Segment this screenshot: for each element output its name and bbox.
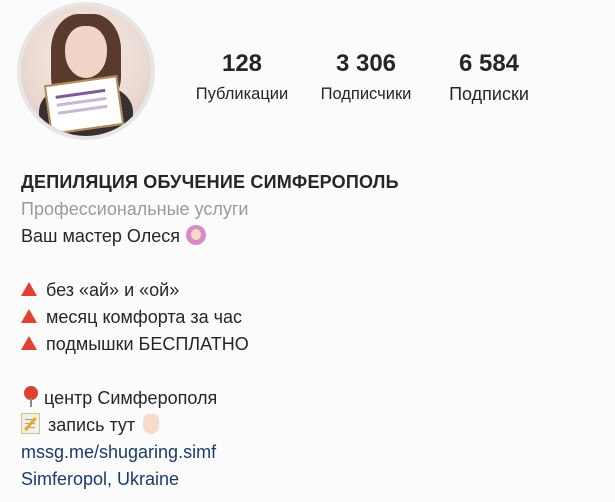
- bio-bullet-2: месяц комфорта за час: [21, 304, 601, 331]
- following-label: Подписки: [449, 84, 529, 104]
- red-triangle-icon: [21, 282, 37, 296]
- followers-label: Подписчики: [320, 85, 412, 103]
- posts-count: 128: [221, 50, 263, 77]
- posts-stat[interactable]: 128 Публикации: [186, 50, 298, 105]
- following-count: 6 584: [458, 50, 520, 77]
- bio-intro-text: Ваш мастер Олеся: [21, 226, 180, 246]
- followers-stat[interactable]: 3 306 Подписчики: [311, 50, 421, 105]
- profile-category[interactable]: Профессиональные услуги: [21, 196, 601, 223]
- bio-intro-line: Ваш мастер Олеся: [21, 223, 601, 250]
- bio-booking-text: запись тут: [48, 415, 136, 435]
- bio-bullet-1: без «ай» и «ой»: [21, 277, 601, 304]
- red-triangle-icon: [21, 336, 37, 350]
- profile-website-link[interactable]: mssg.me/shugaring.simf: [21, 442, 216, 462]
- bio-bullet-text: месяц комфорта за час: [46, 307, 243, 327]
- posts-label: Публикации: [195, 85, 289, 103]
- memo-icon: [21, 413, 40, 434]
- red-triangle-icon: [21, 309, 37, 323]
- followers-count: 3 306: [335, 50, 397, 77]
- profile-name: ДЕПИЛЯЦИЯ ОБУЧЕНИЕ СИМФЕРОПОЛЬ: [21, 172, 399, 192]
- woman-raising-hand-icon: [185, 225, 206, 245]
- bio-booking-line: запись тут: [21, 412, 601, 439]
- bio-location-text: центр Симферополя: [44, 388, 218, 408]
- round-pushpin-icon: [24, 386, 38, 407]
- bio-bullet-3: подмышки БЕСПЛАТНО: [21, 331, 601, 358]
- profile-stats: 128 Публикации 3 306 Подписчики 6 584 По…: [0, 50, 615, 110]
- bio-bullet-text: без «ай» и «ой»: [46, 280, 180, 300]
- bio-link-line: mssg.me/shugaring.simf: [21, 439, 601, 466]
- bio-bullet-text: подмышки БЕСПЛАТНО: [46, 334, 249, 354]
- profile-bio: ДЕПИЛЯЦИЯ ОБУЧЕНИЕ СИМФЕРОПОЛЬ Профессио…: [21, 169, 601, 493]
- bio-location-line: центр Симферополя: [21, 385, 601, 412]
- profile-location[interactable]: Simferopol, Ukraine: [21, 466, 601, 493]
- following-stat[interactable]: 6 584 Подписки: [437, 50, 541, 105]
- pointing-down-icon: [143, 414, 160, 434]
